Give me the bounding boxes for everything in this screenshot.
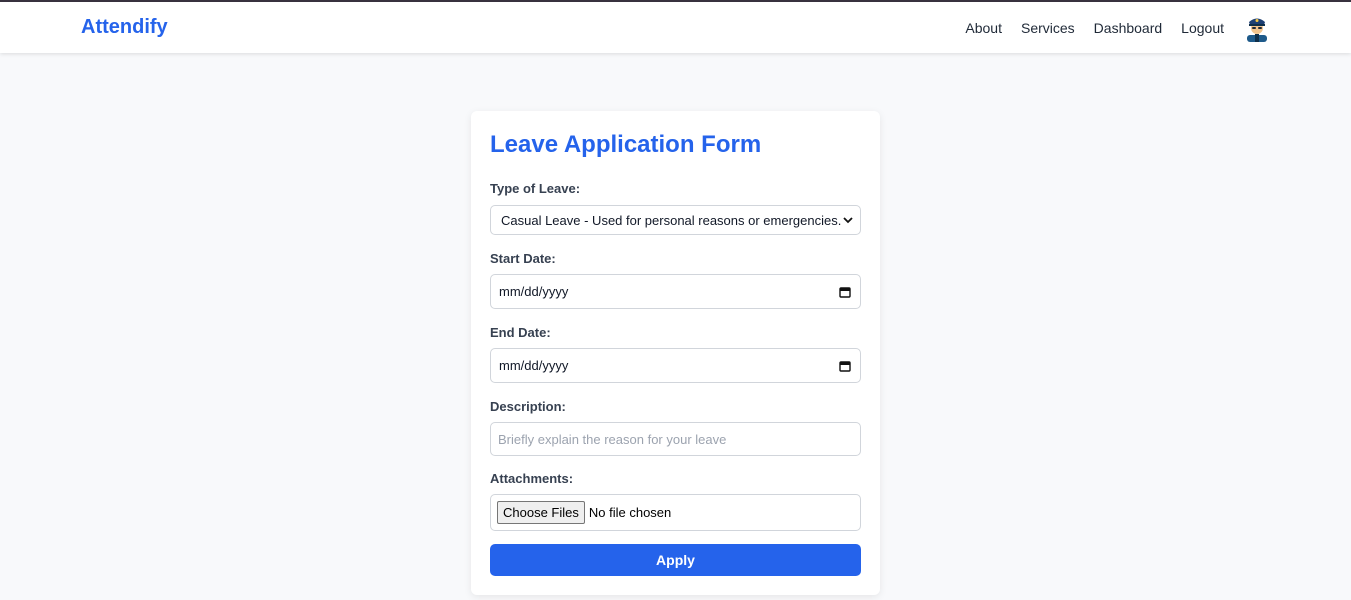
start-date-input[interactable]: mm/dd/yyyy <box>490 274 861 309</box>
attachments-input[interactable]: Choose Files No file chosen <box>490 494 861 531</box>
apply-button[interactable]: Apply <box>490 544 861 576</box>
leave-type-label: Type of Leave: <box>490 181 581 196</box>
start-date-value: mm/dd/yyyy <box>499 284 569 299</box>
nav-link-services[interactable]: Services <box>1021 20 1075 36</box>
file-status: No file chosen <box>588 505 672 520</box>
leave-type-select[interactable]: Casual Leave - Used for personal reasons… <box>490 205 861 235</box>
attachments-label: Attachments: <box>490 471 574 486</box>
start-date-label: Start Date: <box>490 251 556 266</box>
choose-files-button[interactable]: Choose Files <box>497 501 585 524</box>
end-date-input[interactable]: mm/dd/yyyy <box>490 348 861 383</box>
nav-link-logout[interactable]: Logout <box>1181 20 1224 36</box>
avatar-icon[interactable] <box>1243 14 1271 42</box>
description-label: Description: <box>490 399 566 414</box>
chevron-down-icon <box>843 217 853 224</box>
nav-link-dashboard[interactable]: Dashboard <box>1094 20 1163 36</box>
end-date-label: End Date: <box>490 325 551 340</box>
calendar-icon[interactable] <box>839 360 851 372</box>
brand-logo[interactable]: Attendify <box>81 16 168 39</box>
nav-link-about[interactable]: About <box>965 20 1002 36</box>
leave-form-card: Leave Application Form Type of Leave: Ca… <box>471 111 880 595</box>
form-title: Leave Application Form <box>490 131 762 158</box>
description-placeholder: Briefly explain the reason for your leav… <box>498 431 727 447</box>
leave-type-value: Casual Leave - Used for personal reasons… <box>501 212 842 228</box>
description-input[interactable]: Briefly explain the reason for your leav… <box>490 422 861 456</box>
navbar: Attendify About Services Dashboard Logou… <box>0 2 1351 53</box>
nav-links: About Services Dashboard Logout <box>965 13 1271 43</box>
end-date-value: mm/dd/yyyy <box>499 358 569 373</box>
calendar-icon[interactable] <box>839 286 851 298</box>
